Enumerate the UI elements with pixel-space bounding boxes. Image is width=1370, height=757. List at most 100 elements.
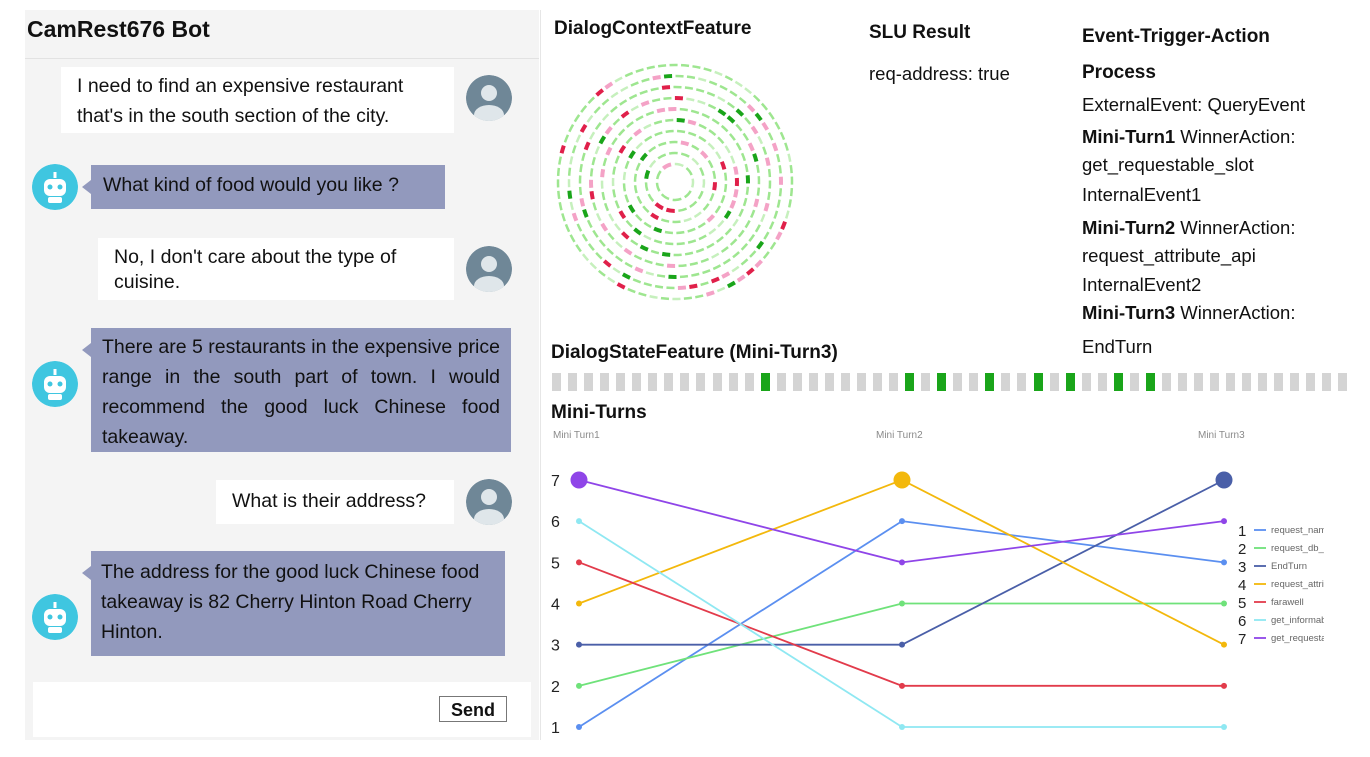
user-message: I need to find an expensive restaurant t… (61, 67, 454, 133)
context-segment (657, 64, 667, 68)
context-segment (764, 157, 771, 166)
state-cell (664, 373, 674, 391)
context-segment (760, 102, 769, 111)
context-segment (702, 179, 706, 188)
eta-line: request_attribute_api (1082, 245, 1256, 266)
context-segment (665, 242, 674, 246)
context-segment (614, 155, 620, 164)
chat-header-divider (25, 58, 539, 59)
context-segment (740, 152, 747, 162)
context-segment (738, 96, 747, 104)
y-tick-label: 7 (551, 473, 560, 490)
context-segment (761, 121, 769, 131)
context-segment (643, 123, 652, 130)
state-cell (1145, 373, 1155, 391)
context-segment (665, 207, 675, 213)
context-segment (614, 76, 623, 83)
series-point (899, 518, 905, 525)
state-cell (1210, 373, 1220, 391)
context-segment (634, 266, 644, 274)
context-segment (680, 63, 690, 68)
state-cell (1338, 373, 1348, 391)
context-segment (768, 221, 775, 230)
context-segment (699, 150, 709, 159)
context-segment (686, 97, 695, 102)
context-segment (644, 135, 653, 142)
context-segment (639, 152, 648, 162)
context-segment (576, 223, 583, 232)
context-segment (705, 290, 715, 297)
context-segment (656, 170, 662, 180)
context-segment (647, 193, 655, 203)
send-button[interactable]: Send (439, 696, 507, 722)
series-point (899, 682, 905, 689)
context-segment (607, 276, 616, 284)
context-segment (661, 162, 672, 170)
context-segment (593, 106, 601, 114)
eta-line: EndTurn (1082, 336, 1153, 357)
context-segment (717, 219, 725, 228)
context-segment (665, 118, 674, 123)
context-segment (774, 121, 781, 130)
context-segment (745, 186, 750, 195)
context-segment (716, 286, 726, 293)
context-segment (760, 213, 766, 223)
context-segment (729, 90, 738, 97)
context-segment (767, 132, 774, 141)
context-segment (627, 287, 636, 294)
context-segment (578, 186, 583, 196)
context-segment (719, 160, 727, 170)
context-segment (557, 190, 561, 200)
context-segment (660, 193, 670, 201)
context-segment (691, 144, 700, 151)
legend-number: 4 (1238, 577, 1246, 594)
context-segment (756, 187, 761, 196)
y-tick-label: 3 (551, 638, 560, 655)
y-tick-label: 6 (551, 514, 560, 531)
context-segment (610, 91, 619, 99)
context-segment (684, 86, 694, 90)
context-segment (644, 182, 649, 192)
bot-message: There are 5 restaurants in the expensive… (82, 328, 511, 452)
context-segment (717, 108, 727, 117)
context-segment (569, 201, 574, 211)
context-segment (773, 210, 779, 219)
state-cell (760, 373, 770, 391)
bot-message: What kind of food would you like ? (82, 165, 445, 209)
context-segment (645, 271, 655, 276)
panel-divider (540, 10, 541, 740)
context-segment (679, 274, 689, 279)
context-segment (601, 113, 610, 121)
legend-label: EndTurn (1271, 561, 1307, 572)
context-segment (633, 173, 638, 182)
context-segment (626, 121, 634, 129)
context-segment (723, 184, 728, 193)
context-segment (748, 234, 756, 242)
context-segment (769, 241, 777, 250)
context-segment (787, 199, 792, 208)
context-segment (650, 212, 660, 221)
eta-line: Mini-Turn1 WinnerAction: (1082, 126, 1296, 147)
state-cell (873, 373, 882, 391)
context-segment (625, 219, 633, 228)
context-segment (587, 243, 595, 252)
context-segment (678, 207, 688, 213)
context-segment (687, 239, 697, 244)
context-segment (654, 284, 664, 289)
context-segment (689, 200, 698, 209)
context-segment (699, 167, 705, 176)
context-segment (756, 240, 765, 250)
context-segment (787, 153, 792, 162)
eta-line: Mini-Turn3 WinnerAction: (1082, 302, 1296, 323)
context-segment (720, 246, 729, 253)
state-cell (1113, 373, 1123, 391)
context-segment (624, 261, 633, 268)
context-segment (633, 128, 643, 137)
state-cell (953, 373, 963, 391)
context-segment (701, 113, 710, 119)
context-segment (586, 219, 593, 229)
context-segment (601, 98, 610, 106)
state-cell (696, 373, 706, 391)
context-segment (744, 163, 749, 173)
state-feature-strip (552, 373, 1348, 391)
